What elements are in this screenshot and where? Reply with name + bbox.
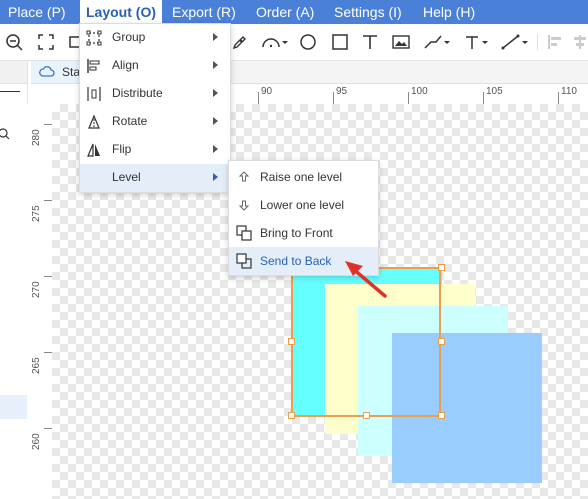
- ruler-label: 275: [31, 205, 42, 222]
- menu-export[interactable]: Export (R): [172, 0, 236, 24]
- menu-item-lower-one-level[interactable]: Lower one level: [229, 191, 378, 219]
- ruler-label: 100: [411, 86, 428, 97]
- menu-item-bring-to-front[interactable]: Bring to Front: [229, 219, 378, 247]
- chevron-right-icon: [213, 61, 218, 69]
- image-icon[interactable]: [391, 32, 411, 52]
- menu-help[interactable]: Help (H): [423, 0, 475, 24]
- menu-item-label: Distribute: [112, 86, 163, 100]
- circle-icon[interactable]: [298, 32, 318, 52]
- ruler-label: 105: [486, 86, 503, 97]
- cloud-icon: [39, 64, 55, 80]
- menu-item-label: Align: [112, 58, 139, 72]
- panel-divider: [0, 91, 20, 92]
- fit-screen-icon[interactable]: [36, 32, 56, 52]
- resize-handle[interactable]: [288, 338, 295, 345]
- connector-icon[interactable]: [422, 32, 452, 52]
- layout-menu: Group Align Distribute Rotate Flip Level: [79, 23, 231, 193]
- tab-strip: [231, 61, 588, 84]
- pen-icon[interactable]: [230, 32, 250, 52]
- menu-item-align[interactable]: Align: [80, 52, 230, 80]
- resize-handle[interactable]: [288, 412, 295, 419]
- send-back-icon: [236, 253, 252, 269]
- angle-connector-icon[interactable]: [462, 32, 492, 52]
- ruler-label: 90: [261, 86, 273, 97]
- left-panel: [0, 61, 28, 499]
- ruler-label: 110: [561, 86, 577, 97]
- menu-item-label: Flip: [112, 142, 132, 156]
- group-icon: [86, 30, 102, 46]
- chevron-right-icon: [213, 117, 218, 125]
- raise-icon: [236, 169, 252, 185]
- ruler-label: 270: [31, 281, 42, 298]
- menu-item-distribute[interactable]: Distribute: [80, 80, 230, 108]
- resize-handle[interactable]: [438, 264, 445, 271]
- align-center-icon[interactable]: [570, 32, 588, 52]
- distribute-icon: [86, 86, 102, 102]
- annotation-arrow: [330, 250, 390, 300]
- menu-bar: Place (P) Layout (O) Export (R) Order (A…: [0, 0, 588, 24]
- rotate-icon: [86, 114, 102, 130]
- menu-item-label: Rotate: [112, 114, 148, 128]
- align-left-icon[interactable]: [546, 32, 566, 52]
- zoom-out-icon[interactable]: [4, 32, 24, 52]
- chevron-right-icon: [213, 89, 218, 97]
- square-icon[interactable]: [330, 32, 350, 52]
- menu-item-group[interactable]: Group: [80, 24, 230, 52]
- menu-item-rotate[interactable]: Rotate: [80, 108, 230, 136]
- ruler-vertical: 280 275 270 265 260: [27, 104, 53, 499]
- bring-front-icon: [236, 225, 252, 241]
- ruler-label: 260: [31, 433, 42, 450]
- menu-item-label: Bring to Front: [260, 226, 333, 240]
- menu-item-raise-one-level[interactable]: Raise one level: [229, 163, 378, 191]
- chevron-right-icon: [213, 145, 218, 153]
- resize-handle[interactable]: [438, 338, 445, 345]
- menu-item-level[interactable]: Level: [80, 164, 230, 192]
- ruler-label: 280: [31, 129, 42, 146]
- menu-item-label: Raise one level: [260, 170, 343, 184]
- chevron-right-icon: [213, 173, 218, 181]
- menu-settings[interactable]: Settings (I): [334, 0, 402, 24]
- search-icon[interactable]: [0, 125, 12, 143]
- menu-item-label: Group: [112, 30, 146, 44]
- ruler-label: 265: [31, 357, 42, 374]
- menu-place[interactable]: Place (P): [8, 0, 66, 24]
- ruler-label: 95: [336, 86, 348, 97]
- arc-icon[interactable]: [260, 32, 290, 52]
- menu-item-flip[interactable]: Flip: [80, 136, 230, 164]
- menu-item-label: Lower one level: [260, 198, 345, 212]
- lower-icon: [236, 197, 252, 213]
- menu-layout[interactable]: Layout (O): [80, 0, 162, 24]
- line-connector-icon[interactable]: [500, 32, 530, 52]
- menu-item-label: Level: [112, 170, 141, 184]
- left-panel-selected-item[interactable]: [0, 395, 27, 419]
- text-icon[interactable]: [360, 32, 380, 52]
- menu-item-label: Send to Back: [260, 254, 332, 268]
- resize-handle[interactable]: [438, 412, 445, 419]
- document-tab-label: Sta: [62, 65, 81, 79]
- flip-icon: [86, 142, 102, 158]
- left-panel-tab[interactable]: [0, 61, 27, 84]
- chevron-right-icon: [213, 33, 218, 41]
- align-icon: [86, 58, 102, 74]
- resize-handle[interactable]: [363, 412, 370, 419]
- menu-order[interactable]: Order (A): [256, 0, 314, 24]
